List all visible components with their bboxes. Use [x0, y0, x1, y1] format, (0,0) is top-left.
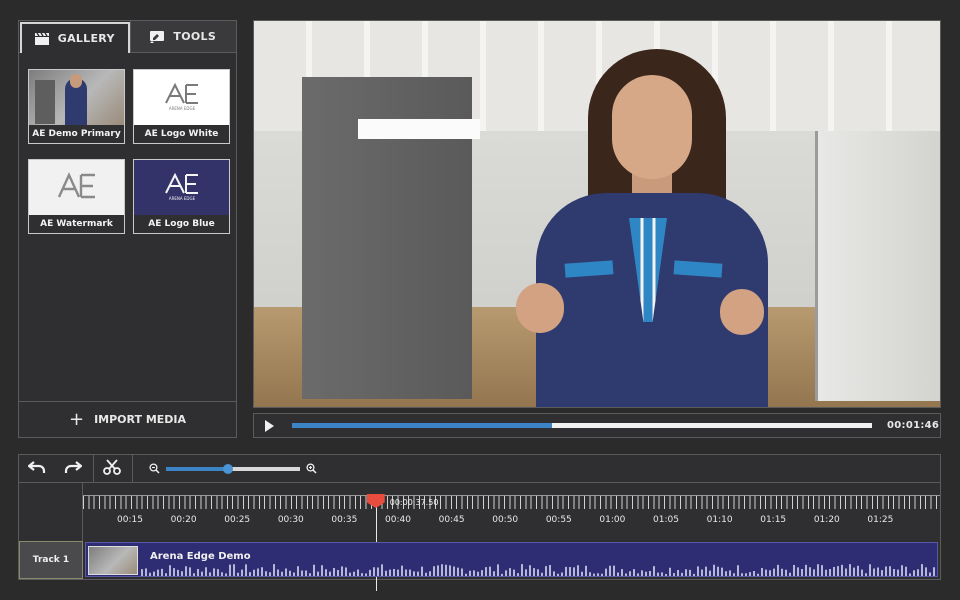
media-thumbnail	[29, 160, 124, 215]
timeline-clip[interactable]: Arena Edge Demo	[85, 542, 938, 577]
ruler-tick-label: 01:05	[653, 515, 679, 525]
ruler-tick-label: 00:30	[277, 515, 304, 525]
play-icon	[264, 419, 274, 432]
import-media-button[interactable]: + IMPORT MEDIA	[19, 401, 236, 437]
zoom-out-icon[interactable]	[149, 459, 160, 478]
scene-glass-wall	[815, 131, 940, 401]
arena-edge-logo-icon: ARENA EDGE	[162, 171, 202, 205]
plus-icon: +	[68, 408, 85, 430]
ruler-gutter	[19, 483, 83, 541]
media-thumbnail: ARENA EDGE	[134, 70, 229, 125]
ruler-tick-label: 00:25	[224, 515, 251, 525]
panel-tabs: GALLERY TOOLS	[19, 21, 236, 53]
redo-icon	[64, 459, 83, 478]
ruler-tick-label: 01:25	[867, 515, 894, 525]
timeline-ruler[interactable]: 00:00:37.50 00:15 00:20 00:25 00:30 00:35 00:…	[83, 494, 940, 591]
zoom-in-icon[interactable]	[306, 459, 317, 478]
zoom-slider-fill	[166, 466, 228, 471]
media-item-ae-demo-primary[interactable]: AE Demo Primary	[28, 69, 125, 144]
video-preview[interactable]	[253, 20, 941, 408]
media-caption: AE Logo White	[134, 125, 229, 143]
playhead-time: 00:00:37.50	[389, 498, 439, 507]
import-media-label: IMPORT MEDIA	[94, 413, 187, 426]
presenter-face	[612, 75, 692, 179]
playback-progress-bar[interactable]	[292, 423, 872, 428]
toolbar-divider	[132, 455, 133, 482]
timeline-ruler-area: 00:00:37.50 00:15 00:20 00:25 00:30 00:35 00:…	[19, 483, 940, 591]
presenter-hand	[516, 283, 564, 333]
ruler-tick-label: 01:15	[760, 515, 787, 525]
media-caption: AE Watermark	[29, 215, 124, 233]
timeline-editor: 00:00:37.50 00:15 00:20 00:25 00:30 00:35 00:…	[18, 454, 941, 591]
track-row: Track 1 Arena Edge Demo	[19, 541, 940, 579]
ruler-ticks	[83, 495, 940, 509]
arena-edge-logo-icon: ARENA EDGE	[162, 81, 202, 115]
clip-name: Arena Edge Demo	[150, 551, 251, 562]
ruler-tick-label: 01:20	[813, 515, 840, 525]
ruler-tick-label: 00:45	[438, 515, 465, 525]
svg-text:ARENA EDGE: ARENA EDGE	[168, 196, 195, 201]
media-thumbnail: ARENA EDGE	[134, 160, 229, 215]
playback-progress-fill	[292, 423, 553, 428]
zoom-slider[interactable]	[166, 463, 300, 474]
tab-tools[interactable]: TOOLS	[129, 21, 236, 52]
media-thumbnail	[29, 70, 124, 125]
scissors-icon	[103, 458, 121, 479]
undo-button[interactable]	[19, 455, 55, 482]
clip-thumbnail	[88, 546, 138, 575]
ruler-tick-label: 01:10	[706, 515, 733, 525]
tab-gallery-label: GALLERY	[57, 32, 115, 45]
timeline-toolbar	[19, 455, 940, 483]
split-clip-button[interactable]	[94, 455, 130, 482]
media-item-ae-watermark[interactable]: AE Watermark	[28, 159, 125, 234]
ruler-tick-label: 00:50	[492, 515, 519, 525]
tab-tools-label: TOOLS	[173, 30, 217, 43]
ruler-tick-label: 00:40	[385, 515, 411, 525]
media-caption: AE Demo Primary	[29, 125, 124, 143]
player-controls: 00:01:46	[253, 413, 941, 438]
clapperboard-icon	[34, 32, 49, 45]
zoom-slider-handle[interactable]	[222, 463, 233, 474]
play-button[interactable]	[254, 414, 284, 437]
arena-edge-watermark-icon	[55, 171, 99, 205]
waveform-bars	[141, 564, 935, 576]
media-caption: AE Logo Blue	[134, 215, 229, 233]
tab-gallery[interactable]: GALLERY	[20, 22, 130, 53]
ruler-tick-label: 00:20	[170, 515, 197, 525]
redo-button[interactable]	[55, 455, 91, 482]
svg-text:ARENA EDGE: ARENA EDGE	[168, 106, 195, 111]
media-item-ae-logo-white[interactable]: ARENA EDGE AE Logo White	[133, 69, 230, 144]
ruler-tick-label: 00:55	[545, 515, 572, 525]
media-panel: GALLERY TOOLS AE Demo Primary ARENA EDGE	[18, 20, 237, 438]
media-grid: AE Demo Primary ARENA EDGE AE Logo White…	[19, 53, 236, 234]
playback-time: 00:01:46	[887, 420, 940, 431]
zoom-control	[149, 459, 317, 478]
ruler-tick-label: 01:00	[599, 515, 626, 525]
undo-icon	[27, 459, 46, 478]
scene-pillar-light	[358, 119, 480, 139]
ruler-tick-label: 00:15	[117, 515, 143, 525]
ruler-tick-label: 00:35	[331, 515, 358, 525]
tools-icon	[150, 30, 165, 43]
track-label[interactable]: Track 1	[19, 541, 83, 579]
audio-waveform	[141, 564, 935, 576]
media-item-ae-logo-blue[interactable]: ARENA EDGE AE Logo Blue	[133, 159, 230, 234]
presenter-hand	[720, 289, 764, 335]
